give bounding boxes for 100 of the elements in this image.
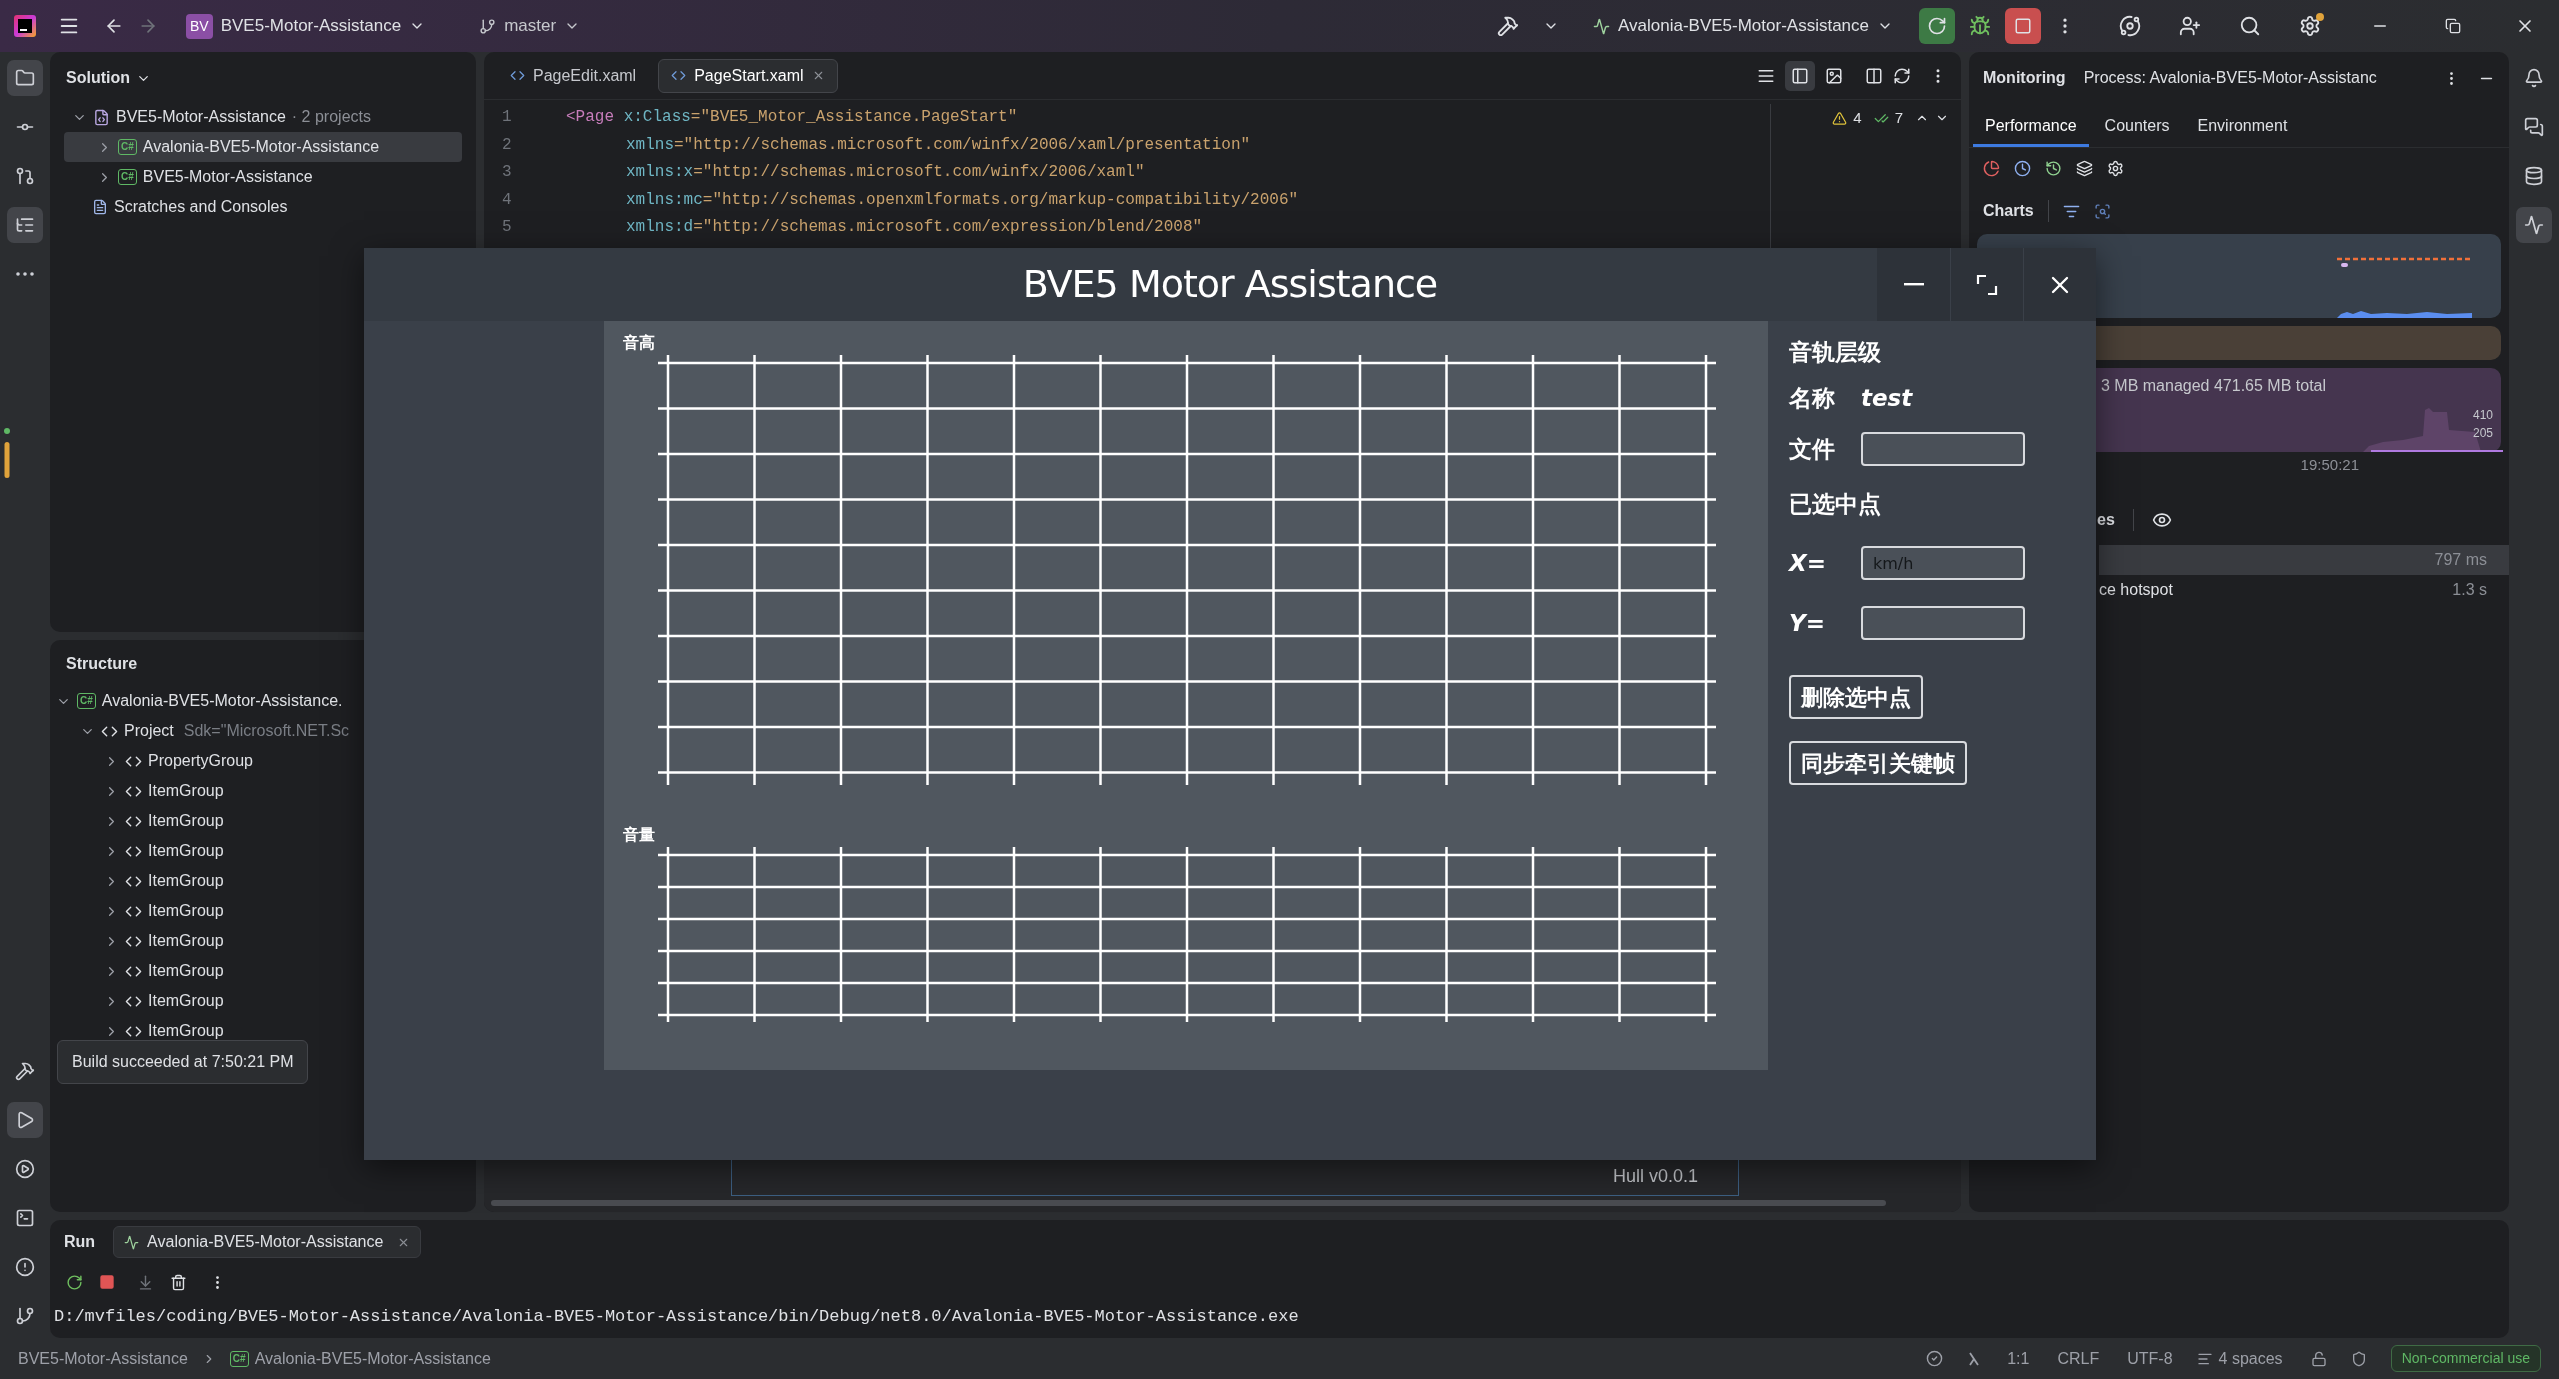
- bell-icon: [2524, 68, 2544, 88]
- warning-icon: [1832, 110, 1848, 126]
- run-tab[interactable]: Avalonia-BVE5-Motor-Assistance: [113, 1226, 422, 1258]
- tree-item[interactable]: BVE5-Motor-Assistance · 2 projects: [64, 102, 462, 132]
- settings-icon[interactable]: [2299, 15, 2321, 37]
- tree-item[interactable]: ItemGroup: [56, 836, 226, 866]
- check-circle-icon[interactable]: [1926, 1350, 1944, 1367]
- rerun-icon[interactable]: [66, 1273, 83, 1291]
- stop-icon[interactable]: [99, 1274, 115, 1290]
- add-user-icon[interactable]: [2179, 15, 2201, 37]
- monitoring-tab[interactable]: Performance: [1973, 107, 2089, 147]
- editor-tab[interactable]: PageEdit.xaml: [498, 58, 649, 93]
- app-logo-icon[interactable]: [14, 15, 36, 37]
- folder-icon: [15, 68, 35, 88]
- field-label: Y=: [1789, 608, 1826, 638]
- field-label: X=: [1789, 548, 1827, 578]
- tree-item[interactable]: ItemGroup: [56, 896, 226, 926]
- tree-item-label: ItemGroup: [148, 811, 224, 831]
- clock-icon[interactable]: [2014, 159, 2031, 177]
- run-configuration-name: Avalonia-BVE5-Motor-Assistance: [1618, 15, 1869, 38]
- run-tool-button[interactable]: [7, 1102, 43, 1138]
- warning-count[interactable]: 4: [1853, 106, 1862, 130]
- tree-item[interactable]: ItemGroup: [56, 986, 226, 1016]
- problems-icon: [15, 1257, 35, 1277]
- branch-name: master: [504, 15, 557, 38]
- tree-item[interactable]: Project Sdk="Microsoft.NET.Sc: [56, 716, 352, 746]
- tree-item[interactable]: ItemGroup: [56, 776, 226, 806]
- tree-item[interactable]: Scratches and Consoles: [64, 192, 462, 222]
- field-label: 文件: [1789, 434, 1836, 464]
- horizontal-scrollbar[interactable]: [491, 1200, 1886, 1206]
- rerun-button[interactable]: [1919, 8, 1955, 44]
- pie-chart-icon[interactable]: [1983, 159, 2000, 177]
- zoom-search-icon[interactable]: [2093, 202, 2111, 220]
- tree-item[interactable]: C# Avalonia-BVE5-Motor-Assistance: [64, 132, 462, 162]
- restore-icon[interactable]: [2445, 18, 2461, 34]
- split-view-icon[interactable]: [1791, 66, 1809, 85]
- license-label[interactable]: Non-commercial use: [2390, 1345, 2541, 1372]
- monitoring-tab[interactable]: Environment: [2185, 107, 2300, 147]
- scroll-to-end-icon[interactable]: [137, 1273, 154, 1291]
- preview-icon[interactable]: [1825, 66, 1843, 85]
- shield-icon[interactable]: [2350, 1350, 2367, 1367]
- project-switcher[interactable]: BV BVE5-Motor-Assistance: [186, 13, 426, 39]
- project-tool-button[interactable]: [7, 60, 43, 96]
- memory-summary: 3 MB managed 471.65 MB total: [2101, 376, 2328, 396]
- indent-setting[interactable]: 4 spaces: [2196, 1346, 2283, 1371]
- settings-icon[interactable]: [2107, 159, 2124, 177]
- inspection-row[interactable]: ce hotspot 1.3 s: [2099, 574, 2509, 605]
- action-button[interactable]: 删除选中点: [1789, 675, 1923, 719]
- breadcrumb-item[interactable]: BVE5-Motor-Assistance: [18, 1346, 188, 1371]
- grid-drawing[interactable]: [658, 355, 1718, 785]
- code-line: xmlns="http://schemas.microsoft.com/winfx/2006/xaml/presentation": [625, 134, 1251, 156]
- stop-button[interactable]: [2005, 8, 2041, 44]
- monitoring-tab[interactable]: Counters: [2092, 107, 2182, 147]
- code-line: xmlns:x="http://schemas.microsoft.com/winfx/2006/xaml": [625, 162, 1145, 183]
- hammer-icon[interactable]: [1497, 15, 1519, 37]
- cursor-position[interactable]: 1:1: [2007, 1346, 2030, 1371]
- line-number: 2: [501, 134, 513, 156]
- columns-icon[interactable]: [1865, 66, 1883, 85]
- tree-item[interactable]: C# BVE5-Motor-Assistance: [64, 162, 462, 192]
- breadcrumb-item[interactable]: C# Avalonia-BVE5-Motor-Assistance: [229, 1346, 491, 1371]
- file-field[interactable]: [1861, 432, 2025, 466]
- tree-item[interactable]: ItemGroup: [56, 806, 226, 836]
- line-ending[interactable]: CRLF: [2057, 1346, 2100, 1371]
- tree-item-label: ItemGroup: [148, 781, 224, 801]
- check-count[interactable]: 7: [1894, 106, 1903, 130]
- code-line: <Page x:Class="BVE5_Motor_Assistance.PageStart": [565, 107, 1018, 128]
- orbit-icon[interactable]: [2119, 15, 2141, 37]
- layers-icon[interactable]: [2076, 159, 2093, 177]
- tree-item[interactable]: PropertyGroup: [56, 746, 255, 776]
- x-field[interactable]: km/h: [1861, 546, 2025, 580]
- lambda-icon[interactable]: [1967, 1350, 1982, 1367]
- tree-item-label: ItemGroup: [148, 1021, 224, 1041]
- chart-label: 音高: [623, 332, 656, 354]
- xaml-file-icon: [671, 68, 687, 83]
- process-name: Process: Avalonia-BVE5-Motor-Assistanc: [2083, 68, 2377, 88]
- tree-item[interactable]: ItemGroup: [56, 866, 226, 896]
- hammer-icon: [15, 1061, 35, 1081]
- database-icon: [2524, 166, 2544, 186]
- history-icon[interactable]: [2045, 159, 2062, 177]
- tree-item[interactable]: C# Avalonia-BVE5-Motor-Assistance.: [56, 686, 345, 716]
- build-status-tooltip: Build succeeded at 7:50:21 PM: [57, 1040, 309, 1084]
- debug-icon[interactable]: [1969, 15, 1991, 37]
- refresh-preview-icon[interactable]: [1893, 66, 1911, 85]
- panel-title: Solution: [66, 68, 130, 88]
- minimize-icon: [1903, 283, 1924, 286]
- unlock-icon[interactable]: [2310, 1350, 2327, 1367]
- file-encoding[interactable]: UTF-8: [2127, 1346, 2173, 1371]
- grid-drawing[interactable]: [658, 847, 1718, 1022]
- line-number: 1: [501, 107, 513, 128]
- trash-icon[interactable]: [170, 1273, 187, 1291]
- tree-item[interactable]: ItemGroup: [56, 926, 226, 956]
- tree-item[interactable]: ItemGroup: [56, 956, 226, 986]
- monitoring-tool-button[interactable]: [2516, 207, 2552, 243]
- editor-tab[interactable]: PageStart.xaml: [658, 58, 838, 93]
- action-button[interactable]: 同步牵引关键帧: [1789, 741, 1967, 785]
- branch-switcher[interactable]: master: [479, 13, 581, 39]
- y-field[interactable]: [1861, 606, 2025, 640]
- search-icon[interactable]: [2239, 15, 2261, 37]
- run-configuration-selector[interactable]: Avalonia-BVE5-Motor-Assistance: [1593, 13, 1893, 39]
- structure-tool-button[interactable]: [7, 207, 43, 243]
